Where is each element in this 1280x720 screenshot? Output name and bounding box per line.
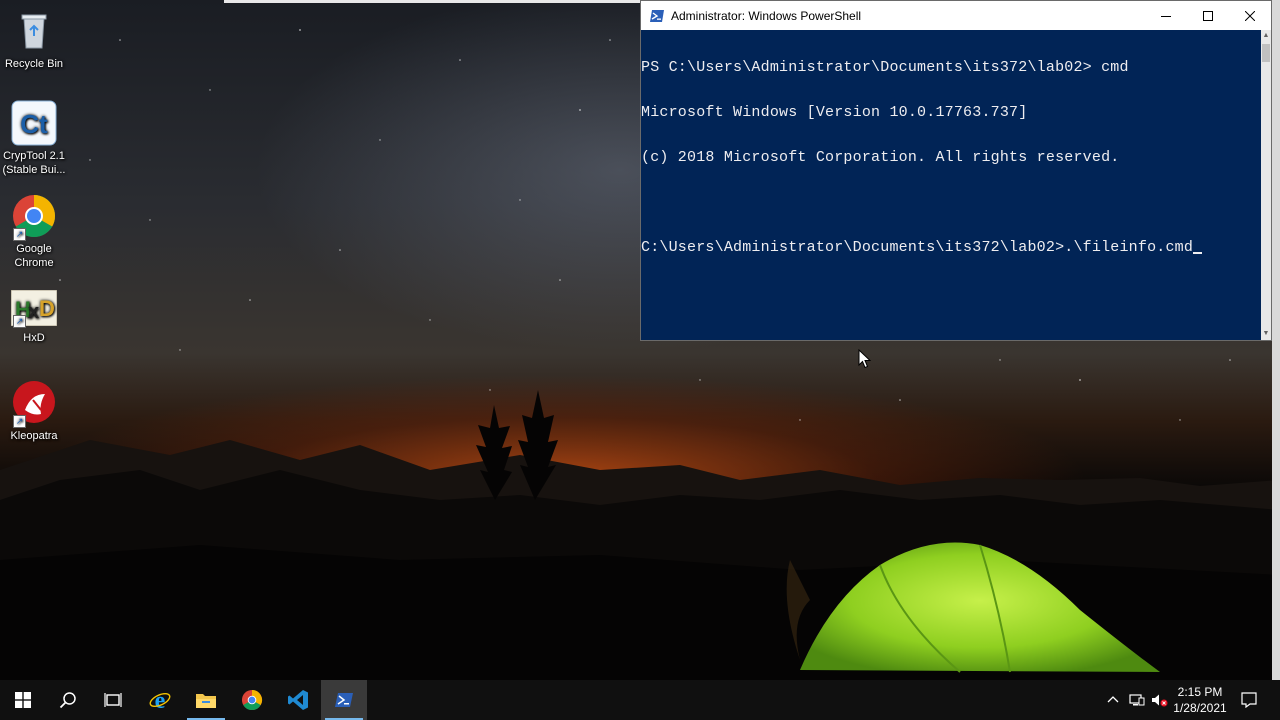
console-output[interactable]: PS C:\Users\Administrator\Documents\its3… [641,30,1263,340]
cryptool-icon: Ct [11,100,57,146]
desktop-icon-label: (Stable Bui... [2,164,66,176]
powershell-icon [650,9,664,22]
taskbar-clock[interactable]: 2:15 PM 1/28/2021 [1168,684,1232,716]
vscode-icon [288,690,308,710]
desktop-icon-cryptool[interactable]: Ct CrypTool 2.1 (Stable Bui... [2,100,66,177]
console-line: PS C:\Users\Administrator\Documents\its3… [641,59,1129,76]
taskbar: e 2:15 PM 1/28/2021 [0,680,1280,720]
desktop-icon-label: Recycle Bin [4,58,64,70]
kleopatra-icon: ↗ [11,380,57,428]
desktop-icon-label: CrypTool 2.1 [3,150,65,162]
close-button[interactable] [1229,1,1271,30]
action-center-button[interactable] [1228,680,1270,720]
start-button[interactable] [0,680,46,720]
maximize-button[interactable] [1187,1,1229,30]
minimize-button[interactable] [1145,1,1187,30]
scroll-up-icon[interactable]: ▲ [1261,30,1271,42]
chevron-up-icon[interactable] [1106,693,1120,707]
recycle-bin-icon [11,8,57,54]
minimize-icon [1161,15,1171,17]
start-icon [15,692,31,708]
svg-text:Ct: Ct [20,109,48,139]
shortcut-arrow-icon: ↗ [13,228,26,241]
powershell-icon [335,693,353,707]
text-cursor [1193,252,1203,254]
search-button[interactable] [45,680,91,720]
powershell-window[interactable]: Administrator: Windows PowerShell PS C:\… [640,0,1272,341]
console-input-line[interactable]: C:\Users\Administrator\Documents\its372\… [641,240,1263,255]
window-controls [1145,1,1271,30]
file-explorer-icon [196,694,216,708]
screen-edge [1272,0,1280,680]
desktop-icon-kleopatra[interactable]: ↗ Kleopatra [2,380,66,443]
clock-date: 1/28/2021 [1173,701,1227,715]
window-title: Administrator: Windows PowerShell [671,8,862,23]
desktop-icon-label: Chrome [14,257,54,269]
maximize-icon [1203,10,1213,21]
scroll-down-icon[interactable]: ▼ [1261,328,1271,340]
svg-text:e: e [155,689,166,711]
hxd-icon: H x D ↗ [10,289,58,336]
svg-text:x: x [28,301,39,323]
mouse-pointer-icon [858,349,872,369]
desktop-icon-hxd[interactable]: H x D ↗ HxD [2,289,66,345]
taskbar-file-explorer[interactable] [183,680,229,720]
desktop-icon-label: Kleopatra [10,430,58,442]
console-command: C:\Users\Administrator\Documents\its372\… [641,239,1194,256]
desktop-icon-chrome[interactable]: ↗ Google Chrome [2,193,66,270]
task-view-icon [104,693,122,707]
svg-text:D: D [39,296,55,321]
shortcut-arrow-icon: ↗ [13,315,26,328]
volume-muted-icon[interactable] [1151,693,1169,707]
console-line: (c) 2018 Microsoft Corporation. All righ… [641,149,1120,166]
taskbar-chrome[interactable] [229,680,275,720]
taskbar-internet-explorer[interactable]: e [137,680,183,720]
network-icon[interactable] [1129,693,1145,707]
scrollbar-thumb[interactable] [1262,44,1270,62]
close-icon [1245,10,1255,21]
window-titlebar[interactable]: Administrator: Windows PowerShell [641,1,1271,30]
shortcut-arrow-icon: ↗ [13,415,26,428]
window-top-edge [224,0,640,3]
chrome-icon [241,689,263,711]
task-view-button[interactable] [90,680,136,720]
desktop-icon-recycle-bin[interactable]: Recycle Bin [2,8,66,71]
taskbar-vscode[interactable] [275,680,321,720]
internet-explorer-icon: e [149,689,171,711]
taskbar-powershell[interactable] [321,680,367,720]
search-icon [59,692,76,709]
clock-time: 2:15 PM [1177,685,1223,699]
desktop-icon-label: Google [16,243,52,255]
system-tray [1106,680,1169,720]
vertical-scrollbar[interactable]: ▲ ▼ [1261,30,1271,340]
notification-icon [1241,692,1257,708]
console-line: Microsoft Windows [Version 10.0.17763.73… [641,104,1028,121]
chrome-icon: ↗ [11,193,57,241]
